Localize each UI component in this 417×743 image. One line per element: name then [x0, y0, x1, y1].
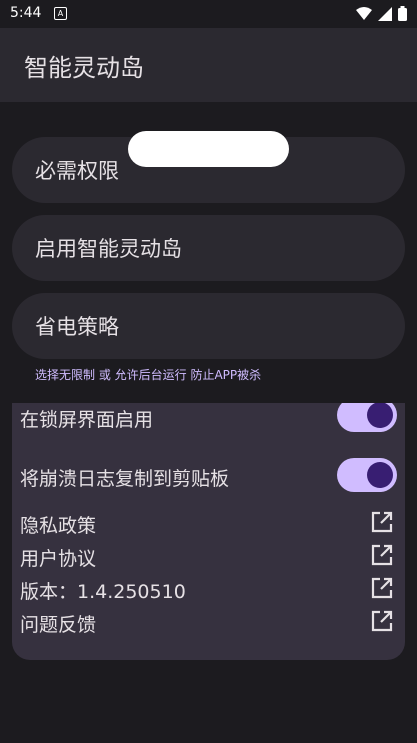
- enable-dynamic-island-label: 启用智能灵动岛: [35, 237, 182, 261]
- app-bar: 智能灵动岛: [0, 28, 417, 102]
- lock-screen-switch[interactable]: [337, 403, 397, 432]
- status-time: 5:44: [10, 5, 42, 21]
- power-saving-card[interactable]: 省电策略: [12, 293, 405, 359]
- crash-log-switch-knob: [367, 462, 393, 488]
- feedback-label[interactable]: 问题反馈: [20, 610, 96, 637]
- dynamic-island-pill: [128, 131, 289, 167]
- open-in-new-icon[interactable]: [371, 577, 393, 599]
- notification-icon: A: [54, 7, 67, 20]
- battery-hint: 选择无限制 或 允许后台运行 防止APP被杀: [35, 368, 262, 382]
- open-in-new-icon[interactable]: [371, 610, 393, 632]
- open-in-new-icon[interactable]: [371, 511, 393, 533]
- version-label[interactable]: 版本：1.4.250510: [20, 577, 186, 604]
- power-saving-label: 省电策略: [35, 315, 119, 339]
- app-title: 智能灵动岛: [24, 54, 144, 82]
- crash-log-switch[interactable]: [337, 458, 397, 492]
- status-icons: [356, 6, 407, 21]
- enable-dynamic-island-card[interactable]: 启用智能灵动岛: [12, 215, 405, 281]
- signal-icon: [378, 6, 392, 21]
- status-bar: 5:44 A: [0, 0, 417, 28]
- lock-screen-label: 在锁屏界面启用: [20, 409, 154, 431]
- lock-screen-switch-knob: [367, 403, 393, 428]
- battery-icon: [398, 6, 407, 21]
- settings-panel: 在锁屏界面启用 将崩溃日志复制到剪贴板 隐私政策 用户协议 版本：1.4.250…: [12, 403, 405, 660]
- user-agreement-label[interactable]: 用户协议: [20, 544, 96, 571]
- required-permissions-label: 必需权限: [35, 159, 119, 183]
- wifi-icon: [356, 6, 372, 20]
- privacy-policy-label[interactable]: 隐私政策: [20, 511, 96, 538]
- crash-log-label: 将崩溃日志复制到剪贴板: [20, 468, 230, 490]
- open-in-new-icon[interactable]: [371, 544, 393, 566]
